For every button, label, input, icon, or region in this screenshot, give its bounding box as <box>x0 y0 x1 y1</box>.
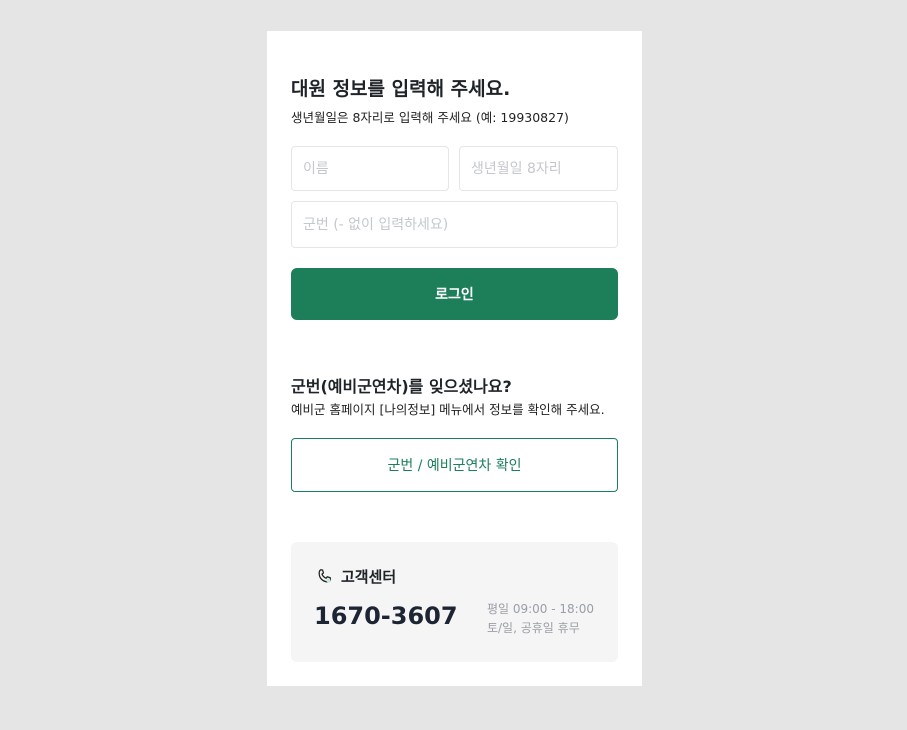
form-title: 대원 정보를 입력해 주세요. <box>291 78 511 100</box>
military-number-input[interactable] <box>291 201 618 248</box>
check-military-number-button[interactable]: 군번 / 예비군연차 확인 <box>291 438 618 492</box>
login-card: 대원 정보를 입력해 주세요. 생년월일은 8자리로 입력해 주세요 (예: 1… <box>267 31 642 686</box>
customer-center-header: 고객센터 <box>316 566 396 587</box>
login-button[interactable]: 로그인 <box>291 268 618 320</box>
phone-icon <box>316 568 333 585</box>
customer-center-title: 고객센터 <box>341 568 397 586</box>
customer-center-box: 고객센터 1670-3607 평일 09:00 - 18:00 토/일, 공휴일… <box>291 542 618 662</box>
business-hours: 평일 09:00 - 18:00 토/일, 공휴일 휴무 <box>487 600 594 638</box>
forgot-description: 예비군 홈페이지 [나의정보] 메뉴에서 정보를 확인해 주세요. <box>291 402 605 417</box>
weekend-hours: 토/일, 공휴일 휴무 <box>486 621 580 635</box>
phone-number: 1670-3607 <box>314 602 458 630</box>
forgot-title: 군번(예비군연차)를 잊으셨나요? <box>291 377 512 396</box>
name-input[interactable] <box>291 146 449 191</box>
weekday-hours: 평일 09:00 - 18:00 <box>486 602 594 616</box>
birthdate-input[interactable] <box>459 146 618 191</box>
form-subtitle: 생년월일은 8자리로 입력해 주세요 (예: 19930827) <box>291 110 569 125</box>
